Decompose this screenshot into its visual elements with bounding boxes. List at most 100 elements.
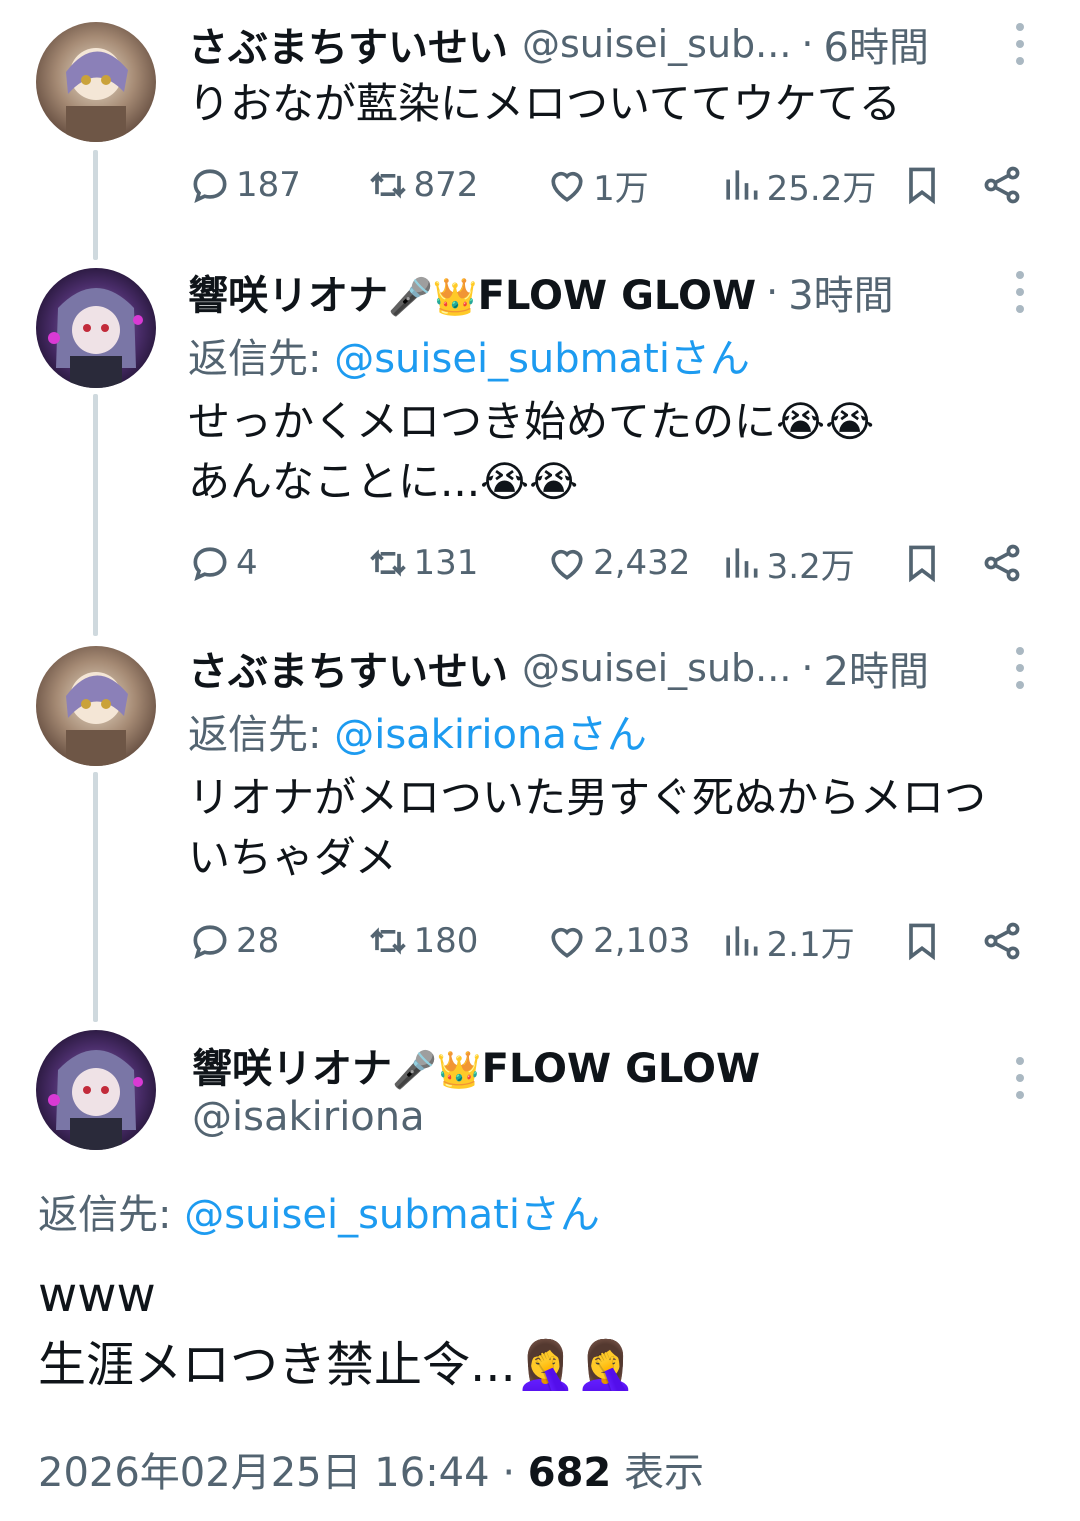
tweet-text: せっかくメロつき始めてたのに😭😭 あんなことに...😭😭 xyxy=(188,392,1010,512)
tweet-text-line: りおなが藍染にメロついててウケてる xyxy=(188,79,901,128)
user-handle[interactable]: @isakiriona xyxy=(192,1094,425,1140)
retweet-icon xyxy=(369,927,406,955)
views-button[interactable]: 3.2万 xyxy=(719,539,901,588)
tweet-text-line: リオナがメロついた男すぐ死ぬからメロつ xyxy=(188,773,987,822)
thread-line xyxy=(93,772,98,1022)
reply-button[interactable]: 4 xyxy=(188,541,366,585)
bookmark-button[interactable] xyxy=(900,163,980,207)
more-icon[interactable] xyxy=(1010,1048,1030,1108)
tweet-text: www 生涯メロつき禁止令...🤦‍♀️🤦‍♀️ xyxy=(38,1260,635,1400)
bookmark-button[interactable] xyxy=(900,541,980,585)
bookmark-icon xyxy=(909,923,936,961)
more-icon[interactable] xyxy=(1010,638,1030,698)
tweet-header: さぶまちすいせい @suisei_sub... · 6時間 xyxy=(188,14,990,74)
reply-to: 返信先: @suisei_submatiさん xyxy=(188,326,750,384)
avatar[interactable] xyxy=(36,22,156,142)
view-count: 3.2万 xyxy=(766,546,855,587)
avatar[interactable] xyxy=(36,646,156,766)
reply-to-mention[interactable]: @isakirionaさん xyxy=(334,712,647,758)
tweet-text-line: いちゃダメ xyxy=(188,833,397,882)
action-bar: 4 131 2,432 3.2万 xyxy=(188,538,1024,588)
display-name-suffix: FLOW GLOW xyxy=(477,273,757,319)
more-icon[interactable] xyxy=(1010,262,1030,322)
reply-to: 返信先: @isakirionaさん xyxy=(188,702,647,760)
like-count: 2,103 xyxy=(593,921,691,961)
thread-line xyxy=(93,150,98,260)
display-name-text: 響咲リオナ xyxy=(188,273,388,319)
reply-icon xyxy=(193,547,227,581)
separator-dot: · xyxy=(801,646,814,690)
action-bar: 28 180 2,103 2.1万 xyxy=(188,916,1024,966)
like-button[interactable]: 2,103 xyxy=(545,919,719,963)
separator-dot: · xyxy=(766,270,779,314)
timestamp[interactable]: 3時間 xyxy=(788,263,893,321)
display-name-suffix: FLOW GLOW xyxy=(481,1046,761,1092)
timestamp[interactable]: 2時間 xyxy=(824,639,929,697)
reply-count: 187 xyxy=(236,165,301,205)
retweet-count: 180 xyxy=(413,921,479,961)
retweet-button[interactable]: 131 xyxy=(366,541,546,585)
like-button[interactable]: 2,432 xyxy=(545,541,719,585)
view-count: 25.2万 xyxy=(766,168,877,209)
tweet-text: リオナがメロついた男すぐ死ぬからメロつ いちゃダメ xyxy=(188,768,1010,888)
avatar[interactable] xyxy=(36,1030,156,1150)
retweet-button[interactable]: 872 xyxy=(366,163,546,207)
share-button[interactable] xyxy=(980,163,1024,207)
views-button[interactable]: 25.2万 xyxy=(719,161,901,210)
tweet-header: 響咲リオナ🎤👑FLOW GLOW · 3時間 xyxy=(188,262,990,322)
display-name[interactable]: さぶまちすいせい xyxy=(188,15,508,73)
share-icon xyxy=(984,544,1020,582)
like-icon xyxy=(551,927,583,958)
reply-count: 28 xyxy=(236,921,280,961)
reply-button[interactable]: 187 xyxy=(188,163,366,207)
user-handle[interactable]: @suisei_sub... xyxy=(522,646,791,690)
retweet-icon xyxy=(369,549,406,577)
user-handle[interactable]: @suisei_sub... xyxy=(522,22,791,66)
reply-icon xyxy=(193,169,227,203)
thread-line xyxy=(93,394,98,636)
reply-to-label: 返信先: xyxy=(188,712,335,758)
reply-count: 4 xyxy=(236,543,258,583)
views-icon xyxy=(725,548,758,578)
action-bar: 187 872 1万 25.2万 xyxy=(188,160,1024,210)
retweet-icon xyxy=(369,171,406,199)
display-name[interactable]: 響咲リオナ🎤👑FLOW GLOW xyxy=(188,263,756,321)
share-button[interactable] xyxy=(980,919,1024,963)
like-icon xyxy=(551,171,583,202)
bookmark-icon xyxy=(909,167,936,205)
tweet-text: りおなが藍染にメロついててウケてる xyxy=(188,74,1010,134)
reply-to-label: 返信先: xyxy=(38,1192,185,1238)
tweet-text-line: せっかくメロつき始めてたのに😭😭 xyxy=(188,397,875,446)
display-name[interactable]: 響咲リオナ🎤👑FLOW GLOW xyxy=(192,1036,760,1094)
timestamp[interactable]: 6時間 xyxy=(824,15,929,73)
share-icon xyxy=(984,166,1020,204)
post-timestamp[interactable]: 2026年02月25日 16:44 xyxy=(38,1450,490,1496)
share-button[interactable] xyxy=(980,541,1024,585)
views-button[interactable]: 2.1万 xyxy=(719,917,901,966)
reply-to-label: 返信先: xyxy=(188,336,335,382)
reply-to-mention[interactable]: @suisei_submatiさん xyxy=(334,336,750,382)
name-emoji: 🎤👑 xyxy=(388,277,478,318)
tweet-text-line: www xyxy=(38,1267,156,1323)
bookmark-button[interactable] xyxy=(900,919,980,963)
more-icon[interactable] xyxy=(1010,14,1030,74)
view-count: 682 xyxy=(527,1450,612,1496)
like-button[interactable]: 1万 xyxy=(545,161,719,210)
tweet-meta: 2026年02月25日 16:44 · 682 表示 xyxy=(38,1440,704,1498)
display-name-text: 響咲リオナ xyxy=(192,1046,392,1092)
retweet-button[interactable]: 180 xyxy=(366,919,546,963)
views-icon xyxy=(725,170,758,200)
retweet-count: 131 xyxy=(413,543,479,583)
retweet-count: 872 xyxy=(413,165,479,205)
avatar[interactable] xyxy=(36,268,156,388)
separator-dot: · xyxy=(801,22,814,66)
like-count: 1万 xyxy=(593,168,649,209)
reply-to: 返信先: @suisei_submatiさん xyxy=(38,1182,600,1240)
display-name[interactable]: さぶまちすいせい xyxy=(188,639,508,697)
like-count: 2,432 xyxy=(593,543,691,583)
views-icon xyxy=(725,926,758,956)
like-icon xyxy=(551,549,583,580)
reply-button[interactable]: 28 xyxy=(188,919,366,963)
reply-to-mention[interactable]: @suisei_submatiさん xyxy=(184,1192,600,1238)
reply-icon xyxy=(193,925,227,959)
